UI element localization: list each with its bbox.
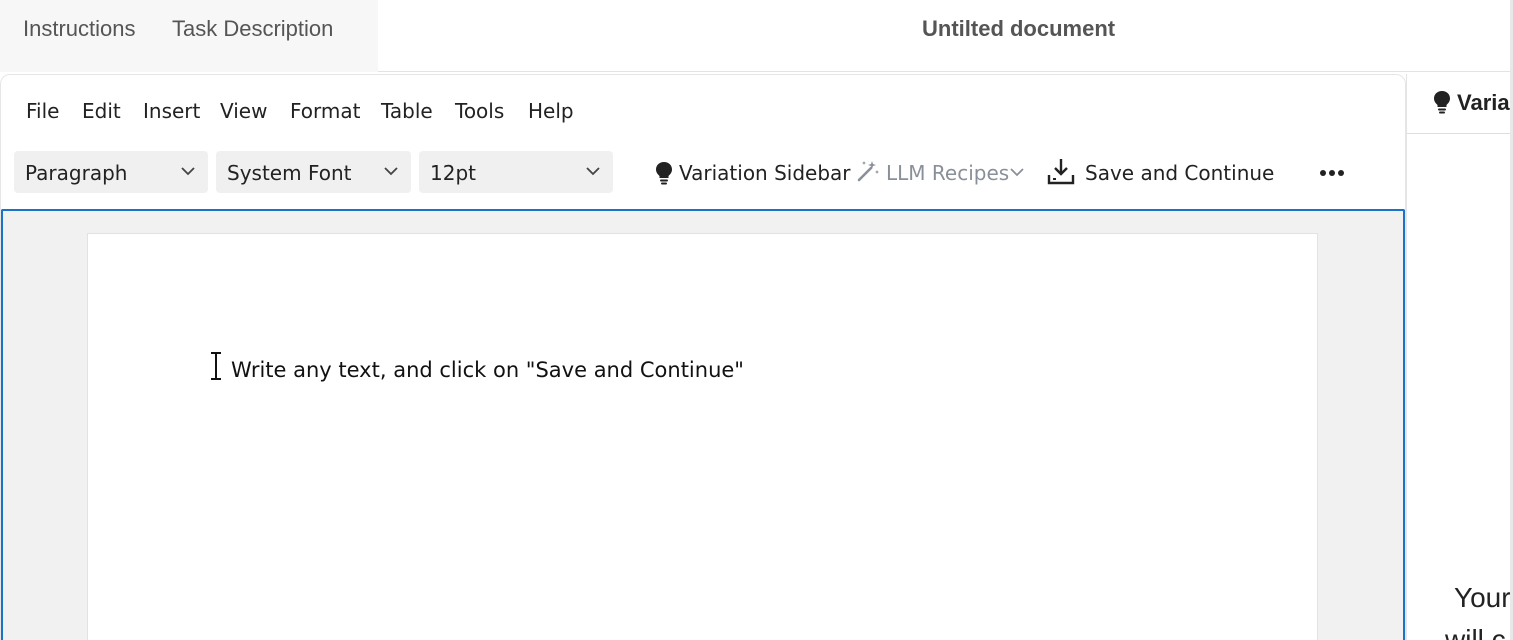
lightbulb-icon	[656, 162, 672, 185]
menu-insert[interactable]: Insert	[143, 99, 200, 123]
top-header: Instructions Task Description Untilted d…	[0, 0, 1513, 72]
text-cursor-icon	[211, 352, 221, 380]
sidebar-header: Varia	[1407, 74, 1510, 134]
menu-file[interactable]: File	[26, 99, 59, 123]
menu-help[interactable]: Help	[528, 99, 574, 123]
sidebar-title: Varia	[1457, 90, 1510, 115]
llm-recipes-button[interactable]: LLM Recipes	[854, 151, 1030, 193]
document-title: Untilted document	[922, 16, 1116, 41]
document-area: Write any text, and click on "Save and C…	[1, 209, 1405, 640]
font-size-select[interactable]: 12pt	[419, 151, 613, 193]
menu-format[interactable]: Format	[290, 99, 360, 123]
font-family-value: System Font	[227, 161, 352, 185]
chevron-down-icon	[181, 167, 195, 176]
font-size-value: 12pt	[430, 161, 476, 185]
header-tabs: Instructions Task Description	[0, 0, 378, 72]
save-and-continue-label: Save and Continue	[1085, 161, 1275, 185]
font-family-select[interactable]: System Font	[216, 151, 411, 193]
toolbar: Paragraph System Font 12pt Variation Sid…	[1, 147, 1405, 209]
sidebar-body-text-line2: will c	[1445, 624, 1506, 640]
variation-sidebar-button[interactable]: Variation Sidebar	[653, 151, 851, 193]
tab-task-description[interactable]: Task Description	[172, 16, 333, 42]
llm-recipes-label: LLM Recipes	[886, 161, 1010, 185]
download-icon	[1047, 159, 1075, 185]
menu-view[interactable]: View	[220, 99, 267, 123]
menu-tools[interactable]: Tools	[455, 99, 504, 123]
menu-edit[interactable]: Edit	[82, 99, 121, 123]
magic-wand-icon	[857, 161, 879, 182]
more-options-button[interactable]	[1317, 151, 1349, 193]
menubar: File Edit Insert View Format Table Tools…	[1, 75, 1405, 147]
save-and-continue-button[interactable]: Save and Continue	[1045, 151, 1274, 193]
chevron-down-icon	[586, 167, 600, 176]
block-format-value: Paragraph	[25, 161, 128, 185]
ellipsis-icon	[1320, 170, 1344, 176]
variation-sidebar: Varia Your will c	[1406, 74, 1510, 640]
lightbulb-icon	[1434, 91, 1450, 114]
chevron-down-icon	[384, 167, 398, 176]
document-page[interactable]: Write any text, and click on "Save and C…	[87, 233, 1318, 640]
sidebar-body-text: Your	[1454, 582, 1510, 613]
menu-table[interactable]: Table	[381, 99, 433, 123]
document-body-text[interactable]: Write any text, and click on "Save and C…	[231, 358, 744, 382]
block-format-select[interactable]: Paragraph	[14, 151, 208, 193]
variation-sidebar-label: Variation Sidebar	[679, 161, 851, 185]
editor: File Edit Insert View Format Table Tools…	[0, 74, 1406, 640]
tab-instructions[interactable]: Instructions	[23, 16, 136, 42]
chevron-down-icon	[1010, 168, 1024, 177]
